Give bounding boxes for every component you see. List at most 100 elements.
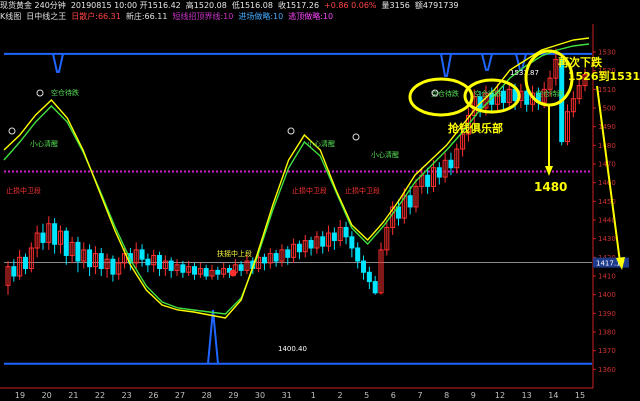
candle-body — [361, 260, 367, 273]
candle-body — [145, 258, 151, 266]
blue-spike — [440, 53, 452, 77]
date-tick-label: 31 — [282, 391, 292, 400]
date-tick-label: 27 — [175, 391, 185, 400]
date-tick-label: 30 — [255, 391, 265, 400]
candle-body — [52, 223, 58, 245]
candle-body — [11, 266, 17, 277]
label-xiaoxin: 小心清醒 — [371, 150, 399, 159]
date-tick-label: 29 — [228, 391, 238, 400]
candle-body — [139, 249, 145, 260]
date-tick-label: 12 — [495, 391, 505, 400]
candle-body — [238, 264, 244, 271]
green-oscillator-line — [3, 43, 590, 315]
candle-body — [448, 159, 454, 169]
price-tick-label: 1370 — [598, 347, 616, 355]
candle-body — [168, 260, 174, 271]
candle-body — [157, 254, 163, 270]
date-tick-label: 8 — [444, 391, 449, 400]
candle-body — [215, 269, 221, 275]
candle-body — [331, 232, 337, 242]
price-tick-label: 1440 — [598, 217, 616, 225]
blue-spike — [481, 53, 493, 71]
label-zhiying: 止损中卫段 — [345, 186, 380, 195]
date-tick-label: 14 — [548, 391, 558, 400]
date-tick-label: 21 — [68, 391, 78, 400]
blue-floor-spike — [207, 309, 219, 364]
candle-body — [261, 256, 267, 264]
candle-body — [372, 281, 378, 294]
candle-body — [87, 249, 93, 268]
date-tick-label: 1 — [311, 391, 316, 400]
chart-window: 现货黄金 240分钟 20190815 10:00 开1516.42 高1520.0… — [0, 0, 640, 401]
candle-body — [320, 236, 326, 247]
price-tick-label: 1480 — [598, 142, 616, 150]
candle-body — [203, 268, 209, 277]
arrow-head-1480 — [545, 166, 553, 176]
price-tick-label: 1510 — [598, 86, 616, 94]
date-tick-label: 23 — [122, 391, 132, 400]
price-tick-label: 1460 — [598, 179, 616, 187]
candle-body — [75, 241, 81, 262]
price-tick-label: 1430 — [598, 235, 616, 243]
candle-body — [343, 226, 349, 238]
label-high-1531: 1531.87 — [510, 69, 539, 77]
label-low-1400: 1400.40 — [278, 345, 307, 353]
label-kongcang: 空仓待跌 — [474, 89, 502, 98]
price-tick-label: 1390 — [598, 310, 616, 318]
label-1480: 1480 — [534, 180, 567, 194]
date-tick-label: 13 — [522, 391, 532, 400]
blue-spike — [52, 53, 64, 73]
label-xiaoxin: 小心清醒 — [30, 139, 58, 148]
price-tick-label: 1490 — [598, 123, 616, 131]
candle-body — [22, 256, 28, 270]
price-tick-label: 1410 — [598, 273, 616, 281]
label-drop-1: 再次下跌 — [558, 55, 603, 69]
candle-body — [500, 90, 506, 103]
candle-body — [192, 266, 198, 275]
date-tick-label: 7 — [417, 391, 422, 400]
marker-circle — [287, 127, 295, 135]
marker-circle — [36, 89, 44, 97]
candle-body — [98, 253, 104, 270]
candle-body — [285, 249, 291, 258]
candle-body — [366, 271, 372, 283]
date-tick-label: 9 — [471, 391, 476, 400]
candle-body — [180, 264, 186, 273]
date-tick-label: 19 — [15, 391, 25, 400]
price-tick-label: 1360 — [598, 366, 616, 374]
date-tick-label: 26 — [148, 391, 158, 400]
date-tick-label: 6 — [391, 391, 396, 400]
date-tick-label: 20 — [42, 391, 52, 400]
date-tick-label: 15 — [575, 391, 585, 400]
candle-body — [436, 167, 442, 178]
date-tick-label: 2 — [337, 391, 342, 400]
candle-body — [524, 90, 530, 105]
label-zhiying: 止损中卫段 — [292, 186, 327, 195]
label-kongcang: 空仓待跌 — [536, 89, 564, 98]
label-kongcang: 空仓待跌 — [51, 88, 79, 97]
candlestick-chart[interactable]: 1530152015101500149014801470146014501440… — [0, 0, 640, 401]
candle-body — [407, 195, 413, 208]
date-tick-label: 5 — [364, 391, 369, 400]
candle-body — [63, 230, 69, 256]
label-club: 抢钱俱乐部 — [448, 121, 503, 135]
marker-circle — [8, 127, 16, 135]
label-fuyun: 扶摇中上段 — [217, 249, 252, 258]
label-drop-2: 1526到1531 — [568, 69, 640, 83]
label-zhiying: 止损中卫段 — [6, 186, 41, 195]
candle-body — [308, 240, 314, 249]
candle-body — [425, 174, 431, 187]
price-tick-label: 1380 — [598, 329, 616, 337]
marker-circle — [352, 133, 360, 141]
candle-body — [296, 243, 302, 253]
price-tick-label: 1400 — [598, 291, 616, 299]
date-tick-label: 28 — [202, 391, 212, 400]
candle-body — [273, 253, 279, 262]
date-tick-label: 22 — [95, 391, 105, 400]
label-xiaoxin: 小心清醒 — [307, 139, 335, 148]
red-dot-marker — [229, 269, 237, 277]
candle-body — [110, 258, 116, 275]
candle-body — [349, 236, 355, 249]
candle-body — [355, 247, 361, 262]
candle-body — [40, 232, 46, 243]
